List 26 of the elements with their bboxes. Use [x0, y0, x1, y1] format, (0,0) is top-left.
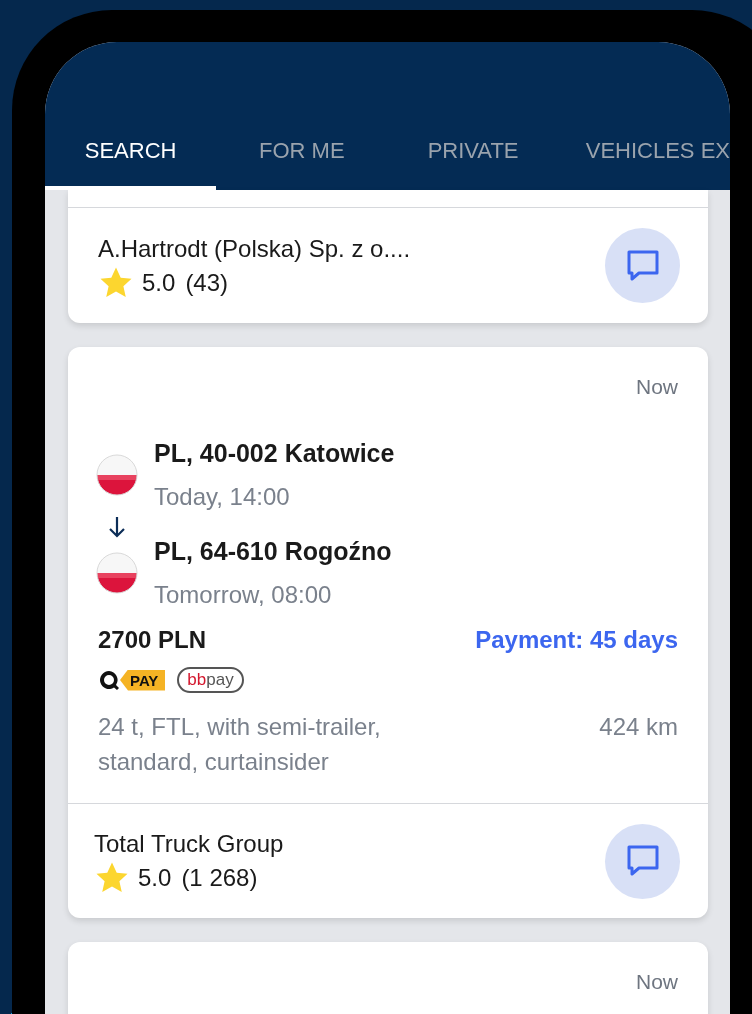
tab[interactable]: VEHICLES EX: [558, 128, 730, 190]
review-count: (43): [185, 267, 229, 298]
poland-flag-icon: [96, 552, 138, 594]
star-icon: [94, 861, 130, 895]
bbpay-badge: bbpay: [177, 667, 244, 693]
posted-time: Now: [636, 374, 678, 400]
pay-badge: PAY: [120, 669, 166, 691]
q-logo-icon: [98, 669, 120, 691]
posted-time: Now: [636, 969, 678, 995]
route-place: PL, 64-610 Rogoźno: [154, 536, 392, 567]
rating-value: 5.0: [142, 267, 176, 298]
tab[interactable]: PRIVATE: [387, 128, 559, 190]
poland-flag-icon: [96, 454, 138, 496]
price: 2700 PLN: [98, 625, 207, 655]
tab[interactable]: FOR ME: [216, 128, 388, 190]
route-place: PL, 40-002 Katowice: [154, 438, 395, 469]
distance: 424 km: [599, 712, 678, 742]
review-count: (1 268): [181, 863, 258, 893]
payment-terms: Payment: 45 days: [475, 625, 678, 655]
route-time: Tomorrow, 08:00: [154, 580, 333, 610]
company-name: Total Truck Group: [94, 829, 284, 859]
cargo-details: 24 t, FTL, with semi-trailer, standard, curtainsider: [98, 712, 382, 777]
route-time: Today, 14:00: [154, 482, 291, 512]
arrow-down-icon: [107, 515, 127, 539]
rating-value: 5.0: [138, 863, 172, 893]
company-name: A.Hartrodt (Polska) Sp. z o....: [98, 233, 411, 264]
